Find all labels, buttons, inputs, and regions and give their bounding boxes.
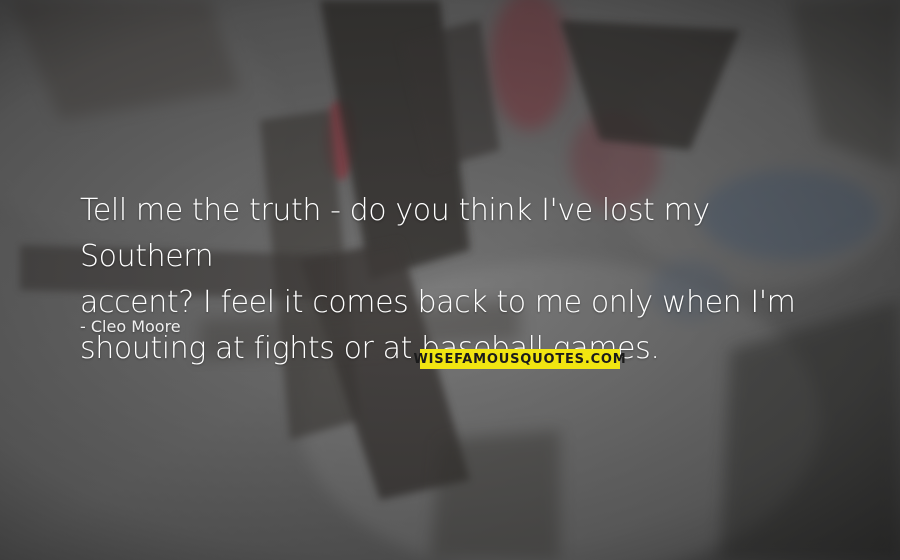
quote-author: - Cleo Moore xyxy=(80,317,181,336)
quote-line-1: Tell me the truth - do you think I've lo… xyxy=(80,193,710,274)
quote-text: Tell me the truth - do you think I've lo… xyxy=(80,188,840,372)
site-logo: WISEFAMOUSQUOTES.COM xyxy=(414,349,626,369)
site-logo-text: WISEFAMOUSQUOTES.COM xyxy=(413,351,627,367)
quote-line-2: accent? I feel it comes back to me only … xyxy=(80,285,796,320)
